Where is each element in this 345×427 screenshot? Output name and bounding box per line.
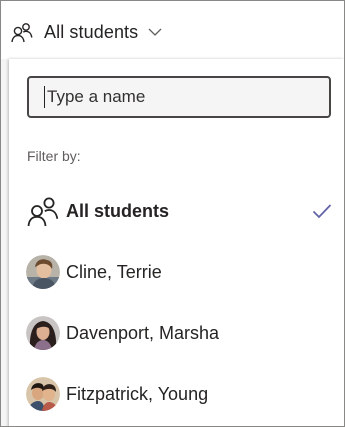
option-student[interactable]: Fitzpatrick, Young [9, 369, 344, 419]
option-student[interactable]: Davenport, Marsha [9, 308, 344, 358]
option-label: Fitzpatrick, Young [66, 383, 209, 404]
option-label: Davenport, Marsha [66, 322, 220, 343]
chevron-down-icon [148, 28, 162, 36]
text-caret [44, 86, 45, 108]
student-filter-dropdown[interactable]: All students [11, 21, 162, 43]
filter-by-label: Filter by: [27, 148, 81, 164]
option-all-students[interactable]: All students [9, 186, 344, 236]
dropdown-panel: Filter by: All students [9, 59, 344, 426]
name-search-field[interactable] [27, 76, 331, 118]
people-icon [27, 197, 59, 227]
header-bar: All students [1, 1, 344, 59]
option-label: All students [66, 200, 170, 221]
avatar [26, 316, 60, 350]
people-icon [11, 23, 33, 43]
name-search-input[interactable] [47, 87, 317, 107]
option-label: Cline, Terrie [66, 261, 162, 282]
student-filter-window: All students Filter by: All students [0, 0, 345, 427]
option-student[interactable]: Cline, Terrie [9, 247, 344, 297]
avatar [26, 377, 60, 411]
avatar [26, 255, 60, 289]
checkmark-icon [312, 204, 332, 219]
dropdown-selected-label: All students [44, 21, 139, 42]
